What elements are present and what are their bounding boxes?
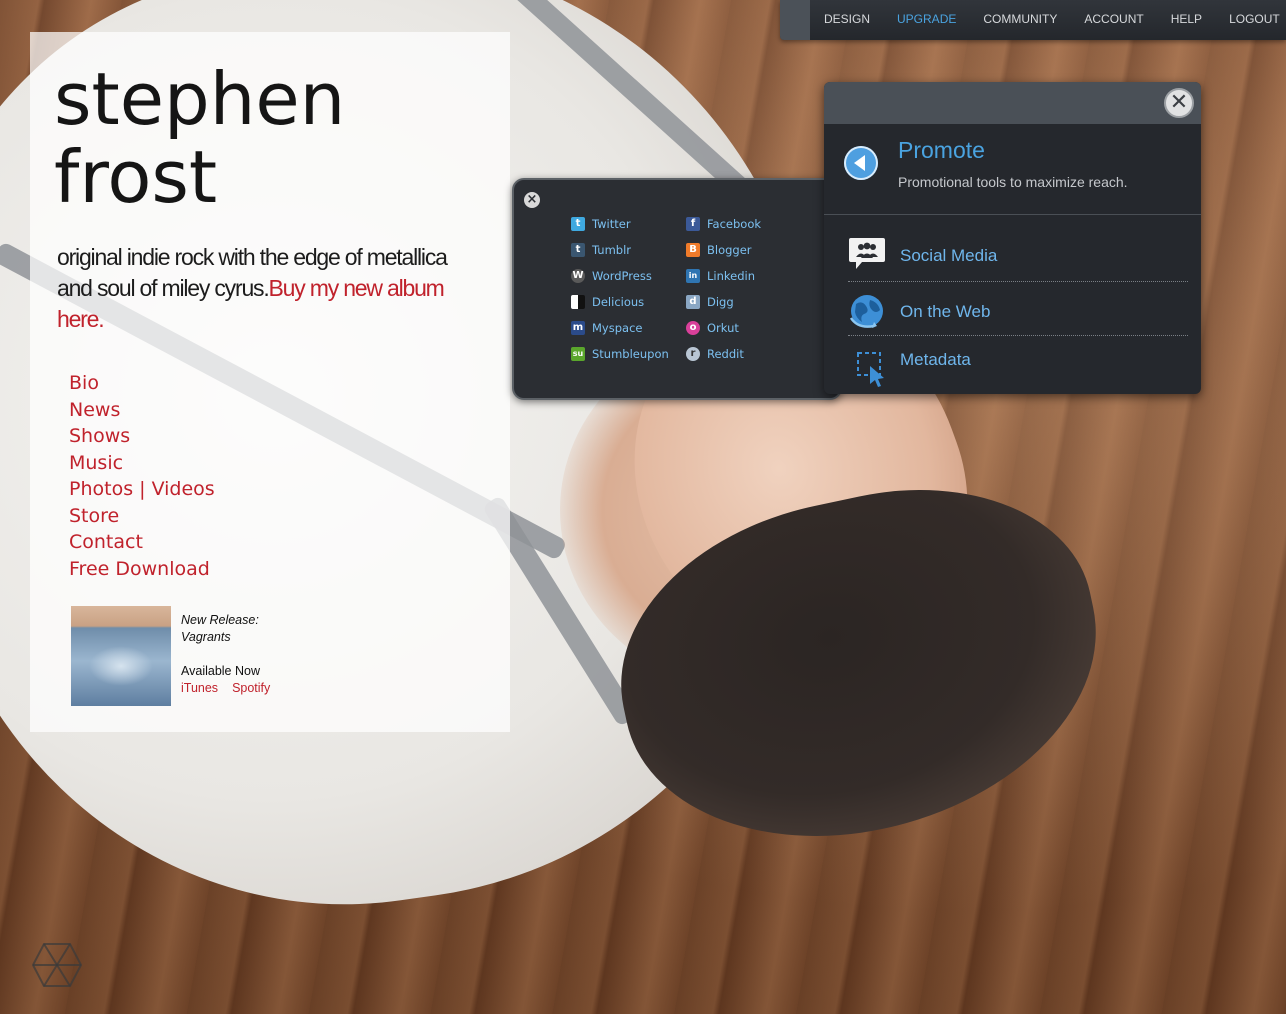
share-label: WordPress — [592, 269, 652, 283]
itunes-link[interactable]: iTunes — [181, 681, 218, 695]
artist-name-line2: frost — [54, 135, 218, 219]
share-blogger[interactable]: B Blogger — [686, 243, 752, 257]
digg-icon: d — [686, 295, 700, 309]
twitter-icon: t — [571, 217, 585, 231]
menu-metadata[interactable]: Metadata — [848, 344, 1188, 394]
nav-logout[interactable]: LOGOUT — [1229, 12, 1280, 26]
nav-upgrade[interactable]: UPGRADE — [897, 12, 956, 26]
share-wordpress[interactable]: W WordPress — [571, 269, 652, 283]
stumbleupon-icon: su — [571, 347, 585, 361]
share-label: Myspace — [592, 321, 643, 335]
share-label: Twitter — [592, 217, 631, 231]
nav-music[interactable]: Music — [69, 450, 215, 477]
orkut-icon: o — [686, 321, 700, 335]
dotted-divider — [848, 335, 1188, 336]
share-twitter[interactable]: t Twitter — [571, 217, 631, 231]
globe-icon — [849, 295, 883, 328]
nav-shows[interactable]: Shows — [69, 423, 215, 450]
share-linkedin[interactable]: in Linkedin — [686, 269, 755, 283]
nav-photos-videos[interactable]: Photos | Videos — [69, 476, 215, 503]
release-info: New Release: Vagrants Available Now iTun… — [181, 612, 284, 697]
share-label: Tumblr — [592, 243, 631, 257]
share-facebook[interactable]: f Facebook — [686, 217, 761, 231]
share-label: Delicious — [592, 295, 645, 309]
share-digg[interactable]: d Digg — [686, 295, 734, 309]
share-myspace[interactable]: m Myspace — [571, 321, 642, 335]
nav-community[interactable]: COMMUNITY — [983, 12, 1057, 26]
facebook-icon: f — [686, 217, 700, 231]
share-stumbleupon[interactable]: su Stumbleupon — [571, 347, 669, 361]
share-label: Stumbleupon — [592, 347, 669, 361]
divider — [824, 214, 1201, 215]
nav-contact[interactable]: Contact — [69, 529, 215, 556]
share-label: Orkut — [707, 321, 739, 335]
share-tumblr[interactable]: t Tumblr — [571, 243, 631, 257]
artist-name: stephen frost — [54, 60, 345, 216]
wordpress-icon: W — [571, 269, 585, 283]
close-icon[interactable]: × — [524, 192, 540, 208]
menu-social-media[interactable]: Social Media — [848, 232, 1188, 282]
menu-label: On the Web — [900, 302, 991, 321]
dotted-divider — [848, 281, 1188, 282]
nav-news[interactable]: News — [69, 397, 215, 424]
menu-on-the-web[interactable]: On the Web — [848, 286, 1188, 336]
reddit-icon: r — [686, 347, 700, 361]
promote-subtitle: Promotional tools to maximize reach. — [898, 174, 1128, 190]
release-title: Vagrants — [181, 630, 231, 644]
metadata-cursor-icon — [857, 352, 884, 387]
admin-topbar: DESIGN UPGRADE COMMUNITY ACCOUNT HELP LO… — [780, 0, 1286, 40]
social-media-icon — [849, 238, 885, 269]
release-label: New Release: — [181, 613, 259, 627]
promote-panel-header — [824, 82, 1201, 124]
nav-account[interactable]: ACCOUNT — [1084, 12, 1143, 26]
myspace-icon: m — [571, 321, 585, 335]
tumblr-icon: t — [571, 243, 585, 257]
share-label: Digg — [707, 295, 734, 309]
spotify-link[interactable]: Spotify — [232, 681, 270, 695]
share-reddit[interactable]: r Reddit — [686, 347, 744, 361]
site-nav: Bio News Shows Music Photos | Videos Sto… — [69, 370, 215, 582]
share-delicious[interactable]: Delicious — [571, 295, 644, 309]
tagline: original indie rock with the edge of met… — [57, 242, 457, 335]
content-panel: stephen frost original indie rock with t… — [30, 32, 510, 732]
promote-panel: ✕ Promote Promotional tools to maximize … — [824, 82, 1201, 394]
share-label: Blogger — [707, 243, 752, 257]
topbar-handle — [780, 0, 810, 40]
back-arrow-icon[interactable] — [844, 146, 878, 180]
menu-label: Social Media — [900, 246, 998, 265]
share-label: Linkedin — [707, 269, 755, 283]
nav-design[interactable]: DESIGN — [824, 12, 870, 26]
artist-name-line1: stephen — [54, 57, 346, 141]
share-label: Reddit — [707, 347, 744, 361]
social-share-panel: × t Twitter f Facebook t Tumblr B Blogger WW… — [512, 178, 842, 400]
share-label: Facebook — [707, 217, 762, 231]
album-cover[interactable] — [71, 606, 171, 706]
new-release: New Release: Vagrants Available Now iTun… — [71, 606, 371, 706]
delicious-icon — [571, 295, 585, 309]
promote-title: Promote — [898, 137, 985, 163]
close-icon[interactable]: ✕ — [1164, 88, 1194, 118]
release-availability: Available Now — [181, 664, 260, 678]
blogger-icon: B — [686, 243, 700, 257]
admin-nav: DESIGN UPGRADE COMMUNITY ACCOUNT HELP LO… — [824, 0, 1280, 38]
linkedin-icon: in — [686, 269, 700, 283]
nav-help[interactable]: HELP — [1171, 12, 1202, 26]
share-orkut[interactable]: o Orkut — [686, 321, 739, 335]
nav-free-download[interactable]: Free Download — [69, 556, 215, 583]
nav-bio[interactable]: Bio — [69, 370, 215, 397]
hexagon-logo-icon[interactable] — [32, 942, 82, 988]
nav-store[interactable]: Store — [69, 503, 215, 530]
menu-label: Metadata — [900, 350, 971, 369]
